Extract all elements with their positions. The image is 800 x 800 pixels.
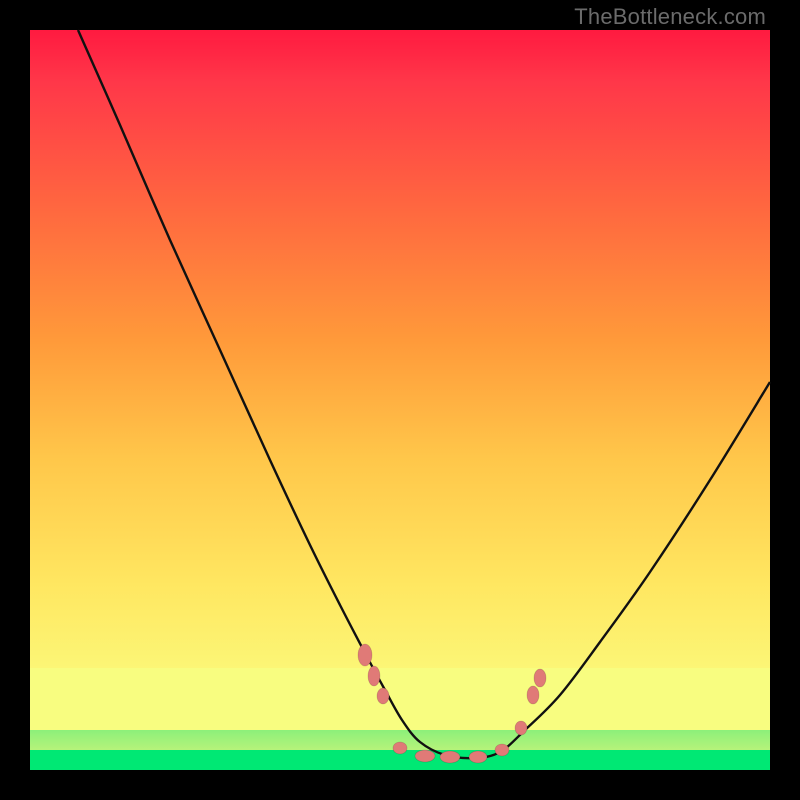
curve-marker	[534, 669, 546, 687]
chart-frame: TheBottleneck.com	[0, 0, 800, 800]
bottleneck-curve	[78, 30, 770, 758]
curve-marker	[358, 644, 372, 666]
curve-marker	[368, 666, 380, 686]
curve-marker	[377, 688, 389, 704]
curve-markers	[358, 644, 546, 763]
curve-marker	[440, 751, 460, 763]
curve-marker	[469, 751, 487, 763]
curve-marker	[415, 750, 435, 762]
curve-marker	[393, 742, 407, 754]
chart-plot-area	[30, 30, 770, 770]
curve-marker	[495, 744, 509, 756]
curve-marker	[515, 721, 527, 735]
curve-marker	[527, 686, 539, 704]
chart-svg	[30, 30, 770, 770]
attribution-text: TheBottleneck.com	[574, 4, 766, 30]
